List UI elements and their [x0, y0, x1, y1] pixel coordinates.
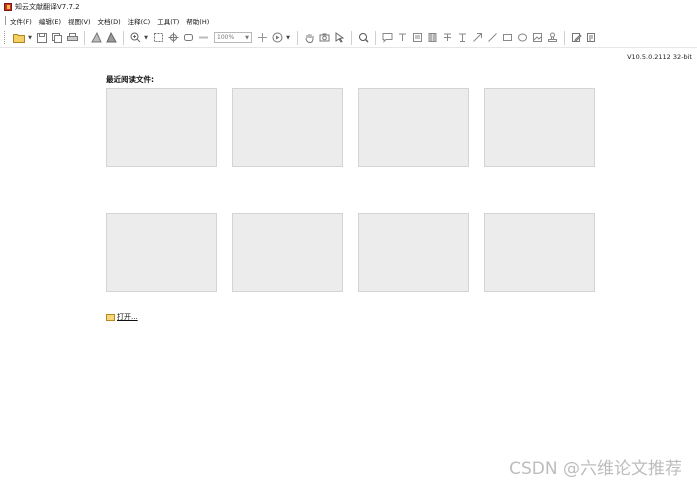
open-file-label[interactable]: 打开... — [117, 312, 138, 322]
comment-icon[interactable] — [380, 31, 394, 45]
open-file-link[interactable]: 打开... — [106, 312, 138, 322]
play-icon[interactable] — [270, 31, 284, 45]
toolbar-separator — [297, 30, 298, 45]
menu-tools[interactable]: 工具(T) — [157, 16, 179, 26]
menu-help[interactable]: 帮助(H) — [186, 16, 209, 26]
open-folder-icon[interactable] — [12, 31, 26, 45]
version-label: V10.5.0.2112 32-bit — [627, 53, 692, 61]
toolbar-separator — [84, 30, 85, 45]
dropdown-arrow-icon[interactable]: ▼ — [143, 31, 149, 45]
note-icon[interactable] — [410, 31, 424, 45]
window-title: 知云文献翻译V7.7.2 — [15, 3, 80, 11]
form-icon[interactable] — [584, 31, 598, 45]
recent-file-thumbnail[interactable] — [106, 213, 217, 292]
menu-comment[interactable]: 注释(C) — [128, 16, 151, 26]
page-icon[interactable] — [196, 31, 210, 45]
save-icon[interactable] — [35, 31, 49, 45]
dropdown-arrow-icon[interactable]: ▼ — [27, 31, 33, 45]
zoom-input[interactable]: 100% ▼ — [214, 32, 252, 43]
recent-file-thumbnail[interactable] — [484, 213, 595, 292]
toolbar-separator — [351, 30, 352, 45]
app-logo-icon — [4, 3, 12, 11]
insert-text-icon[interactable] — [455, 31, 469, 45]
save-all-icon[interactable] — [50, 31, 64, 45]
search-icon[interactable] — [356, 31, 370, 45]
fit-view-icon[interactable] — [255, 31, 269, 45]
ellipse-icon[interactable] — [515, 31, 529, 45]
recent-file-thumbnail[interactable] — [358, 213, 469, 292]
toolbar-grip — [4, 31, 6, 44]
snapshot-icon[interactable] — [317, 31, 331, 45]
fit-visible-icon[interactable] — [181, 31, 195, 45]
toolbar: ▼ ▼ 100% ▼ ▼ — [0, 28, 697, 48]
hand-tool-icon[interactable] — [302, 31, 316, 45]
menu-edit[interactable]: 编辑(E) — [39, 16, 61, 26]
recent-file-thumbnail[interactable] — [232, 213, 343, 292]
text-box-icon[interactable] — [395, 31, 409, 45]
highlight-icon[interactable] — [425, 31, 439, 45]
line-icon[interactable] — [485, 31, 499, 45]
menu-document[interactable]: 文档(D) — [98, 16, 121, 26]
strikeout-icon[interactable] — [440, 31, 454, 45]
arrow-icon[interactable] — [470, 31, 484, 45]
menu-view[interactable]: 视图(V) — [68, 16, 91, 26]
recent-file-thumbnail[interactable] — [484, 88, 595, 167]
rotate-right-icon[interactable] — [104, 31, 118, 45]
zoom-value: 100% — [217, 34, 235, 41]
fit-width-icon[interactable] — [166, 31, 180, 45]
zoom-in-icon[interactable] — [128, 31, 142, 45]
menu-grip — [5, 16, 6, 25]
toolbar-separator — [375, 30, 376, 45]
rotate-left-icon[interactable] — [89, 31, 103, 45]
recent-file-thumbnail[interactable] — [106, 88, 217, 167]
recent-files-heading: 最近阅读文件: — [106, 75, 154, 84]
title-bar: 知云文献翻译V7.7.2 — [0, 0, 697, 14]
select-tool-icon[interactable] — [332, 31, 346, 45]
open-folder-icon — [106, 313, 115, 321]
recent-file-thumbnail[interactable] — [232, 88, 343, 167]
image-icon[interactable] — [530, 31, 544, 45]
rectangle-icon[interactable] — [500, 31, 514, 45]
watermark: CSDN @六维论文推荐 — [509, 459, 682, 479]
dropdown-arrow-icon[interactable]: ▼ — [285, 31, 291, 45]
menu-bar: 文件(F) 编辑(E) 视图(V) 文档(D) 注释(C) 工具(T) 帮助(H… — [0, 14, 697, 27]
menu-file[interactable]: 文件(F) — [10, 16, 32, 26]
toolbar-separator — [123, 30, 124, 45]
recent-file-thumbnail[interactable] — [358, 88, 469, 167]
fit-page-icon[interactable] — [151, 31, 165, 45]
edit-icon[interactable] — [569, 31, 583, 45]
print-icon[interactable] — [65, 31, 79, 45]
toolbar-separator — [564, 30, 565, 45]
stamp-icon[interactable] — [545, 31, 559, 45]
chevron-down-icon[interactable]: ▼ — [245, 35, 249, 41]
